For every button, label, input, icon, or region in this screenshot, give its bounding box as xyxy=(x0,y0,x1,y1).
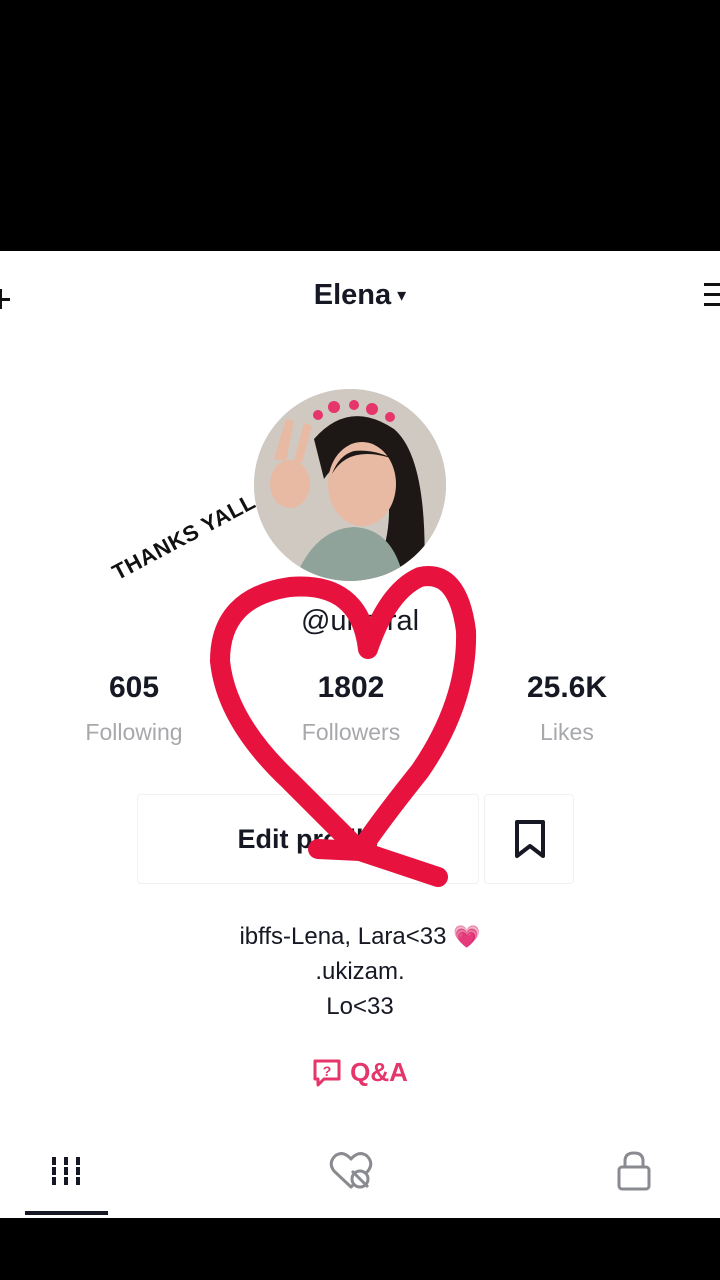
tab-videos[interactable] xyxy=(25,1141,108,1218)
username-handle: @una ral xyxy=(300,605,420,637)
stat-followers[interactable]: 1802 Followers xyxy=(251,671,451,746)
grid-icon xyxy=(52,1157,80,1185)
following-count: 605 xyxy=(108,671,160,704)
following-label: Following xyxy=(85,719,183,745)
top-letterbox xyxy=(0,0,720,251)
qa-link[interactable]: ? Q&A xyxy=(0,1057,720,1095)
bio: ibffs-Lena, Lara<33 💗 .ukizam. Lo<33 xyxy=(0,919,720,1024)
bio-line-2: .ukizam. xyxy=(315,958,405,985)
favorites-button[interactable] xyxy=(484,794,574,884)
chevron-down-icon: ▾ xyxy=(397,285,407,305)
stats-row: 605 Following 1802 Followers 25.6K Likes xyxy=(0,671,720,761)
tab-liked[interactable] xyxy=(310,1141,393,1218)
menu-icon[interactable] xyxy=(704,283,720,311)
tab-private[interactable] xyxy=(593,1141,676,1218)
likes-label: Likes xyxy=(540,719,594,745)
profile-header: Elena ▾ xyxy=(0,251,720,341)
followers-label: Followers xyxy=(301,719,401,745)
bio-line-3: Lo<33 xyxy=(326,993,394,1020)
bottom-letterbox xyxy=(0,1218,720,1280)
profile-screen: Elena ▾ THANKS YALL @una ral 605 Followin… xyxy=(0,251,720,1218)
followers-count: 1802 xyxy=(317,671,385,704)
lock-icon xyxy=(617,1151,651,1191)
active-tab-indicator xyxy=(25,1211,108,1215)
heart-emoji: 💗 xyxy=(453,924,481,949)
bio-line-1: ibffs-Lena, Lara<33 💗 xyxy=(0,919,720,954)
page-title: Elena xyxy=(313,279,392,311)
stat-following[interactable]: 605 Following xyxy=(34,671,234,746)
thanks-sticker: THANKS YALL xyxy=(108,488,260,586)
bio-line-1-text: ibffs-Lena, Lara<33 xyxy=(239,923,447,950)
avatar[interactable] xyxy=(254,389,446,581)
avatar-photo xyxy=(254,389,446,581)
qa-icon: ? xyxy=(313,1059,341,1086)
bookmark-icon xyxy=(515,820,545,858)
profile-title-dropdown[interactable]: Elena ▾ xyxy=(0,279,720,312)
liked-hidden-icon xyxy=(329,1152,373,1189)
likes-count: 25.6K xyxy=(526,671,608,704)
stat-likes[interactable]: 25.6K Likes xyxy=(467,671,667,746)
content-tabs xyxy=(0,1141,720,1218)
svg-text:?: ? xyxy=(323,1063,332,1079)
edit-profile-button[interactable]: Edit profile xyxy=(137,794,479,884)
qa-label: Q&A xyxy=(350,1057,408,1087)
